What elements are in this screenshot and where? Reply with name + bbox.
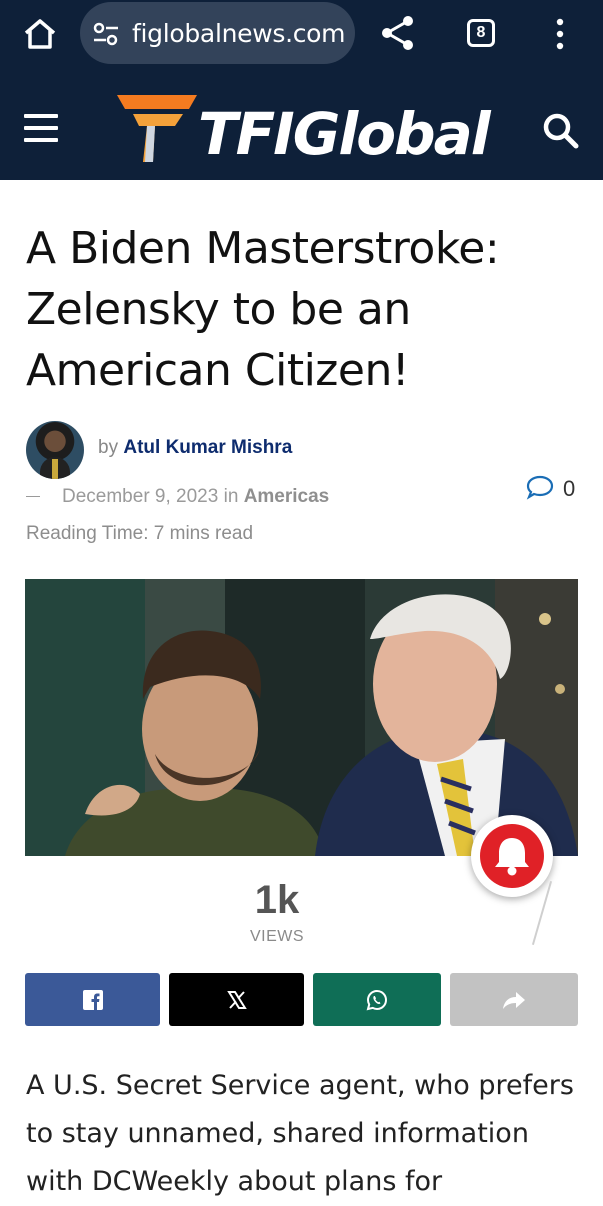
byline: by Atul Kumar Mishra [98, 437, 292, 459]
menu-icon[interactable] [24, 114, 58, 144]
home-icon[interactable] [20, 14, 60, 54]
search-icon[interactable] [542, 112, 580, 155]
category-link[interactable]: Americas [244, 486, 330, 507]
site-header: TFIGlobal [0, 80, 603, 180]
views-count: 1k [254, 878, 300, 922]
x-share-button[interactable] [169, 973, 304, 1026]
author-avatar[interactable] [26, 421, 84, 479]
notification-bell-button[interactable] [471, 815, 553, 897]
by-label: by [98, 437, 119, 458]
site-logo[interactable]: TFIGlobal [198, 100, 491, 168]
in-label: in [223, 486, 239, 507]
separator [26, 496, 40, 498]
article-body-paragraph: A U.S. Secret Service agent, who prefers… [26, 1070, 574, 1197]
comment-count: 0 [563, 476, 576, 501]
logo-funnel-icon[interactable] [115, 92, 199, 169]
views-label: VIEWS [249, 928, 305, 945]
share-icon[interactable] [378, 13, 418, 58]
featured-image [25, 579, 578, 856]
tab-switcher-icon[interactable]: 8 [467, 19, 495, 47]
comment-icon [526, 475, 554, 504]
reading-time: Reading Time: 7 mins read [26, 523, 254, 544]
post-date: December 9, 2023 [62, 486, 219, 507]
bell-icon [480, 838, 544, 892]
more-vert-icon[interactable] [553, 17, 567, 56]
url-text[interactable]: figlobalnews.com [132, 19, 346, 48]
article-headline: A Biden Masterstroke: Zelensky to be an … [26, 223, 500, 396]
whatsapp-share-button[interactable] [313, 973, 441, 1026]
comments-link[interactable]: 0 [526, 474, 575, 505]
facebook-share-button[interactable] [25, 973, 160, 1026]
address-bar[interactable]: figlobalnews.com [80, 2, 355, 64]
more-share-button[interactable] [450, 973, 578, 1026]
meta-line: December 9, 2023 in Americas [26, 486, 329, 508]
author-link[interactable]: Atul Kumar Mishra [123, 437, 292, 458]
browser-toolbar: figlobalnews.com 8 [0, 0, 603, 80]
site-settings-icon[interactable] [92, 21, 120, 52]
